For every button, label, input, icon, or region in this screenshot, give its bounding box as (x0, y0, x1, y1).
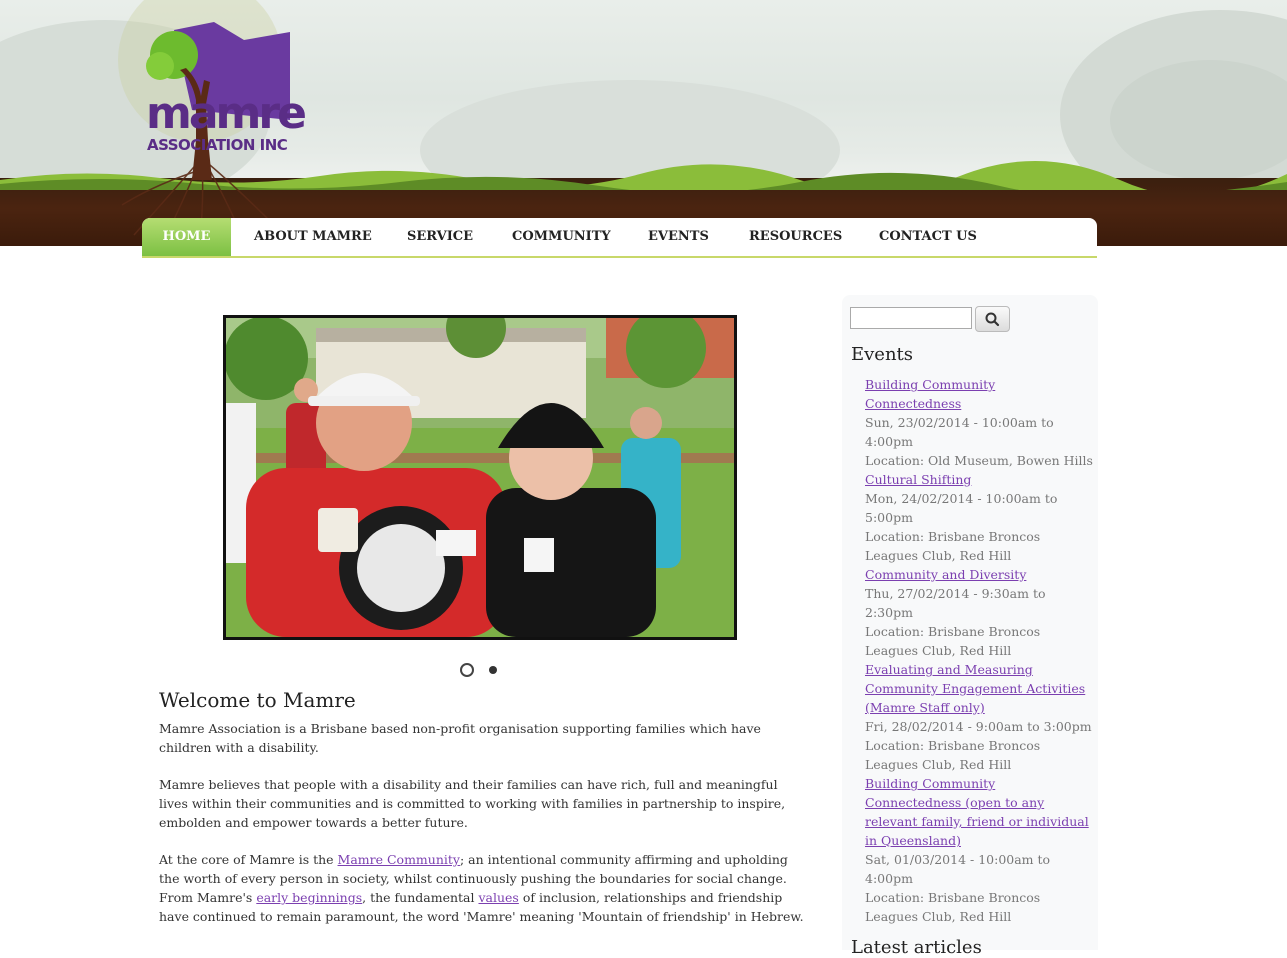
nav-item-community[interactable]: COMMUNITY (512, 218, 611, 256)
event-date: Fri, 28/02/2014 - 9:00am to 3:00pm (865, 719, 1092, 734)
event-title-link[interactable]: Cultural Shifting (865, 470, 1095, 489)
event-title-link[interactable]: Evaluating and Measuring Community Engag… (865, 660, 1095, 717)
values-link[interactable]: values (478, 890, 518, 905)
event-title-link[interactable]: Building Community Connectedness (865, 375, 1095, 413)
early-beginnings-link[interactable]: early beginnings (256, 890, 362, 905)
nav-item-home[interactable]: HOME (142, 218, 231, 256)
core-paragraph: At the core of Mamre is the Mamre Commun… (159, 850, 809, 926)
event-location: Location: Brisbane Broncos Leagues Club,… (865, 890, 1041, 924)
event-date: Mon, 24/02/2014 - 10:00am to 5:00pm (865, 491, 1058, 525)
slide-dot-2[interactable] (489, 666, 497, 674)
photo-people-picnic (226, 318, 734, 637)
event-title-link[interactable]: Building Community Connectedness (open t… (865, 774, 1095, 850)
event-date: Sun, 23/02/2014 - 10:00am to 4:00pm (865, 415, 1054, 449)
nav-item-events[interactable]: EVENTS (648, 218, 709, 256)
events-list: Building Community Connectedness Sun, 23… (865, 375, 1095, 926)
intro-paragraph: Mamre Association is a Brisbane based no… (159, 721, 761, 755)
event-location: Location: Old Museum, Bowen Hills (865, 453, 1093, 468)
logo-wordmark: mamre (146, 88, 307, 139)
event-title-link[interactable]: Community and Diversity (865, 565, 1095, 584)
event-item: Cultural Shifting Mon, 24/02/2014 - 10:0… (865, 470, 1095, 565)
event-location: Location: Brisbane Broncos Leagues Club,… (865, 529, 1041, 563)
event-item: Community and Diversity Thu, 27/02/2014 … (865, 565, 1095, 660)
event-item: Building Community Connectedness Sun, 23… (865, 375, 1095, 470)
main-navigation: HOME ABOUT MAMRE SERVICE COMMUNITY EVENT… (142, 218, 1097, 258)
core-text-3: , the fundamental (362, 890, 479, 905)
event-item: Evaluating and Measuring Community Engag… (865, 660, 1095, 774)
page-title: Welcome to Mamre (159, 688, 356, 712)
event-location: Location: Brisbane Broncos Leagues Club,… (865, 738, 1041, 772)
mamre-community-link[interactable]: Mamre Community (338, 852, 460, 867)
nav-item-about-mamre[interactable]: ABOUT MAMRE (254, 218, 372, 256)
event-date: Thu, 27/02/2014 - 9:30am to 2:30pm (865, 586, 1046, 620)
latest-articles-heading: Latest articles (851, 937, 982, 958)
event-item: Building Community Connectedness (open t… (865, 774, 1095, 926)
slideshow-image[interactable] (223, 315, 737, 640)
nav-item-contact-us[interactable]: CONTACT US (879, 218, 977, 256)
search-button[interactable] (975, 306, 1010, 332)
logo-subtitle: ASSOCIATION INC (147, 136, 288, 154)
belief-paragraph: Mamre believes that people with a disabi… (159, 777, 786, 830)
events-heading: Events (851, 344, 914, 365)
nav-item-service[interactable]: SERVICE (407, 218, 473, 256)
search-input[interactable] (850, 307, 972, 329)
event-location: Location: Brisbane Broncos Leagues Club,… (865, 624, 1041, 658)
nav-item-resources[interactable]: RESOURCES (749, 218, 842, 256)
search-icon (985, 312, 1000, 327)
event-date: Sat, 01/03/2014 - 10:00am to 4:00pm (865, 852, 1051, 886)
slide-dot-1[interactable] (460, 663, 474, 677)
core-text-1: At the core of Mamre is the (159, 852, 338, 867)
